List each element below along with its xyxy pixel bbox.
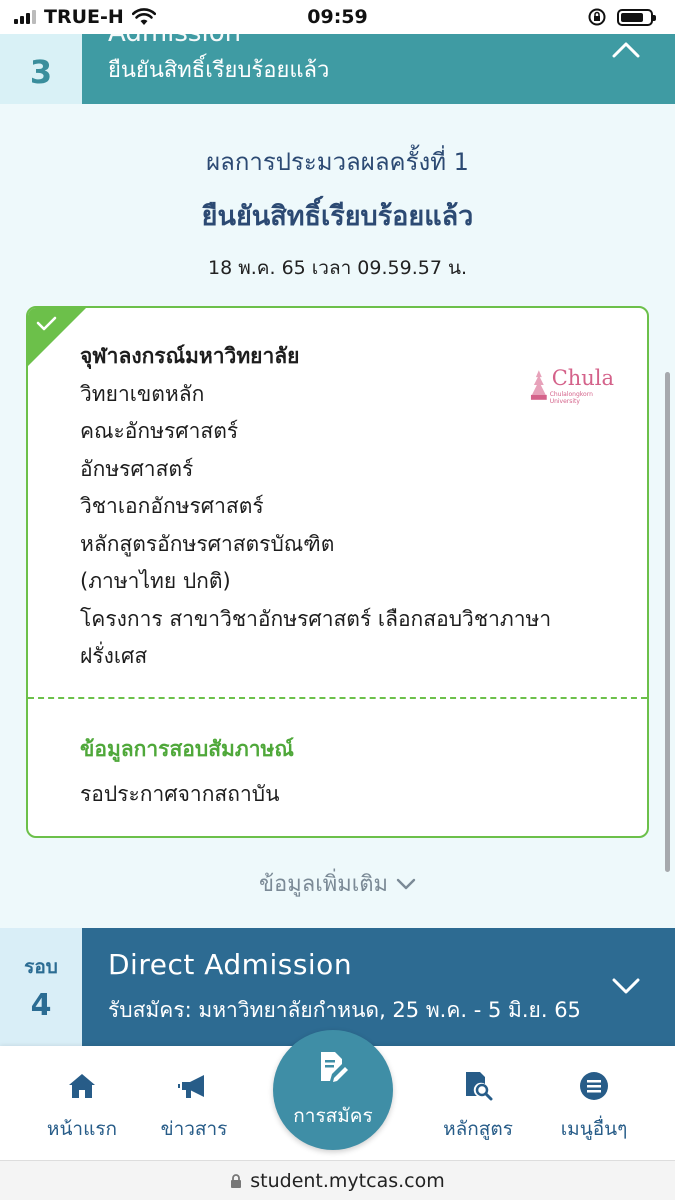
nav-courses-label: หลักสูตร (443, 1118, 513, 1140)
nav-apply[interactable]: การสมัคร (273, 1030, 393, 1150)
university-name: จุฬาลงกรณ์มหาวิทยาลัย (80, 344, 300, 368)
program-line: อักษรศาสตร์ (80, 456, 194, 481)
program-details: จุฬาลงกรณ์มหาวิทยาลัย วิทยาเขตหลัก คณะอั… (80, 338, 580, 676)
round-4-dates: รับสมัคร: มหาวิทยาลัยกำหนด, 25 พ.ค. - 5 … (108, 998, 581, 1022)
interview-title: ข้อมูลการสอบสัมภาษณ์ (80, 737, 294, 761)
nav-news-label: ข่าวสาร (160, 1118, 228, 1140)
status-bar: TRUE-H 09:59 (0, 0, 675, 34)
result-round-label: ผลการประมวลผลครั้งที่ 1 (206, 148, 469, 176)
nav-home[interactable]: หน้าแรก (46, 1070, 118, 1144)
round-number: 4 (30, 987, 52, 1023)
program-line: (ภาษาไทย ปกติ) (80, 569, 231, 593)
more-info-label: ข้อมูลเพิ่มเติม (258, 872, 389, 897)
menu-icon (580, 1072, 608, 1100)
interview-value: รอประกาศจากสถาบัน (80, 782, 280, 806)
chevron-down-icon[interactable] (611, 976, 641, 996)
logo-subtext: Chulalongkorn University (549, 390, 593, 405)
scrollbar[interactable] (665, 372, 670, 872)
program-line: วิทยาเขตหลัก (80, 381, 205, 406)
round-3-subtitle: ยืนยันสิทธิ์เรียบร้อยแล้ว (108, 58, 330, 83)
round-4-bar[interactable]: Direct Admission รับสมัคร: มหาวิทยาลัยกำ… (82, 928, 675, 1046)
dashed-divider (28, 697, 647, 699)
megaphone-icon (178, 1075, 204, 1098)
nav-more-label: เมนูอื่นๆ (560, 1118, 628, 1140)
round-number: 3 (0, 34, 82, 104)
chula-emblem-icon (530, 370, 547, 400)
round-3-bar[interactable]: Admission ยืนยันสิทธิ์เรียบร้อยแล้ว (82, 18, 675, 104)
program-line: หลักสูตรอักษรศาสตรบัณฑิต (80, 531, 335, 556)
nav-home-label: หน้าแรก (46, 1118, 118, 1140)
program-line: ฝรั่งเศส (80, 644, 148, 668)
edit-document-icon (321, 1051, 348, 1082)
nav-courses[interactable]: หลักสูตร (440, 1070, 516, 1144)
round-label: รอบ (24, 955, 58, 978)
bottom-navigation: หน้าแรก ข่าวสาร การสมัคร หลักสูตร เมนูอื… (0, 1030, 675, 1160)
nav-more[interactable]: เมนูอื่นๆ (558, 1070, 630, 1144)
home-icon (69, 1074, 95, 1098)
check-icon (36, 316, 57, 331)
search-document-icon (466, 1072, 493, 1101)
url-text: student.mytcas.com (250, 1169, 445, 1192)
chevron-down-icon (396, 878, 416, 889)
result-timestamp: 18 พ.ค. 65 เวลา 09.59.57 น. (208, 257, 467, 279)
program-line: โครงการ สาขาวิชาอักษรศาสตร์ เลือกสอบวิชา… (80, 606, 552, 631)
carrier-label: TRUE-H (44, 6, 124, 28)
round-4-header[interactable]: รอบ 4 Direct Admission รับสมัคร: มหาวิทย… (0, 928, 675, 1046)
logo-text: Chula (551, 365, 615, 390)
round-3-header[interactable]: 3 Admission ยืนยันสิทธิ์เรียบร้อยแล้ว (0, 18, 675, 104)
nav-apply-label: การสมัคร (293, 1104, 373, 1127)
program-line: คณะอักษรศาสตร์ (80, 419, 239, 443)
battery-icon (617, 8, 656, 26)
rotation-lock-icon (588, 8, 606, 26)
more-info-toggle[interactable]: ข้อมูลเพิ่มเติม (0, 866, 675, 901)
round-4-title: Direct Admission (108, 948, 353, 981)
chevron-up-icon[interactable] (611, 40, 641, 60)
program-card: จุฬาลงกรณ์มหาวิทยาลัย วิทยาเขตหลัก คณะอั… (26, 306, 649, 838)
status-left: TRUE-H (14, 6, 156, 28)
lock-icon (231, 1173, 242, 1188)
status-right (587, 7, 656, 27)
round-4-badge: รอบ 4 (0, 928, 82, 1046)
wifi-icon (131, 8, 156, 25)
signal-icon (14, 10, 36, 24)
program-line: วิชาเอกอักษรศาสตร์ (80, 494, 264, 518)
university-logo: Chula Chulalongkorn University (528, 366, 624, 406)
nav-news[interactable]: ข่าวสาร (160, 1070, 228, 1144)
result-status: ยืนยันสิทธิ์เรียบร้อยแล้ว (201, 201, 474, 232)
url-bar[interactable]: student.mytcas.com (0, 1160, 675, 1200)
